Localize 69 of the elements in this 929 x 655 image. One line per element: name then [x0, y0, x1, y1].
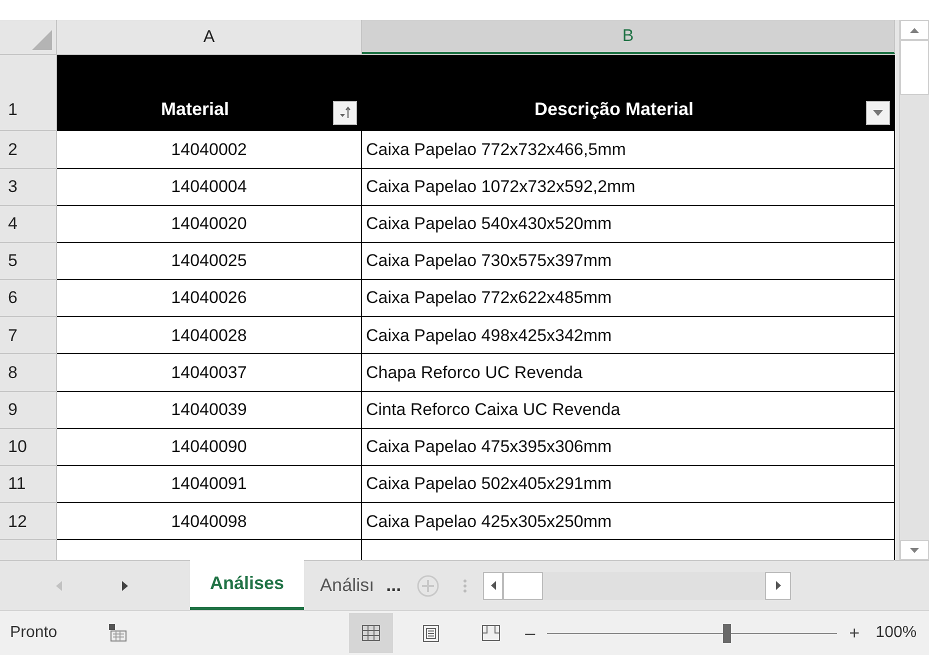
- column-heading: Material: [160, 98, 230, 122]
- table-cell: 14040020: [57, 206, 362, 243]
- table-cell: 14040039: [57, 392, 362, 429]
- row-number[interactable]: 12: [0, 503, 57, 540]
- filter-button[interactable]: [333, 101, 357, 126]
- more-sheets-button[interactable]: ...: [378, 561, 410, 610]
- row-number[interactable]: 5: [0, 242, 57, 280]
- row-number[interactable]: 10: [0, 428, 57, 466]
- filter-button[interactable]: [866, 101, 890, 126]
- table-cell: 14040004: [57, 168, 362, 206]
- down-arrow-icon: [910, 548, 919, 552]
- table-cell: 14040098: [57, 503, 362, 540]
- sort-filter-icon: [338, 106, 352, 120]
- table-cell: Cinta Reforco Caixa UC Revenda: [362, 392, 895, 429]
- grid-view-icon: [362, 625, 380, 641]
- page-break-icon: [482, 625, 500, 641]
- table-cell: 14040028: [57, 317, 362, 354]
- zoom-slider[interactable]: [547, 624, 838, 642]
- scroll-thumb[interactable]: [503, 572, 544, 600]
- row-number[interactable]: 1: [0, 54, 57, 132]
- view-button[interactable]: [349, 613, 394, 653]
- table-cell: 14040037: [57, 354, 362, 392]
- table-cell: Caixa Papelao 540x430x520mm: [362, 206, 895, 243]
- zoom-out-button[interactable]: –: [521, 620, 540, 646]
- splitter-handle-icon[interactable]: [463, 578, 468, 594]
- row-number[interactable]: 7: [0, 317, 57, 354]
- column-heading: Descrição Material: [533, 98, 695, 122]
- scroll-down-button[interactable]: [900, 540, 929, 560]
- row-number[interactable]: 9: [0, 392, 57, 429]
- table-cell: 14040002: [57, 131, 362, 169]
- row-number[interactable]: 3: [0, 168, 57, 206]
- table-cell: Caixa Papelao 1072x732x592,2mm: [362, 168, 895, 206]
- up-arrow-icon: [910, 28, 919, 32]
- table-cell: Caixa Papelao 425x305x250mm: [362, 503, 895, 540]
- row-number[interactable]: 6: [0, 280, 57, 318]
- table-cell: 14040091: [57, 466, 362, 504]
- horizontal-scrollbar[interactable]: [483, 572, 792, 600]
- zoom-in-button[interactable]: +: [845, 620, 864, 646]
- right-arrow-icon: [776, 581, 781, 590]
- sheet-tab[interactable]: Análises: [190, 560, 304, 610]
- status-text: Pronto: [10, 623, 58, 643]
- dropdown-arrow-icon: [873, 110, 883, 116]
- row-number[interactable]: 8: [0, 354, 57, 392]
- table-cell: Caixa Papelao 772x622x485mm: [362, 280, 895, 318]
- table-cell: Caixa Papelao 498x425x342mm: [362, 317, 895, 354]
- left-arrow-icon: [490, 581, 496, 590]
- zoom-level[interactable]: 100%: [876, 621, 917, 645]
- next-sheet-icon[interactable]: [122, 580, 128, 590]
- column-header[interactable]: B: [362, 20, 895, 54]
- table-cell: 14040025: [57, 242, 362, 280]
- sheet-tab[interactable]: Análisı: [304, 561, 378, 610]
- row-number[interactable]: 4: [0, 206, 57, 243]
- row-number[interactable]: 2: [0, 131, 57, 169]
- scroll-thumb[interactable]: [900, 40, 929, 95]
- table-cell: Caixa Papelao 502x405x291mm: [362, 466, 895, 504]
- table-cell: Chapa Reforco UC Revenda: [362, 354, 895, 392]
- table-cell: Caixa Papelao 772x732x466,5mm: [362, 131, 895, 169]
- table-cell: 14040090: [57, 428, 362, 466]
- row-number[interactable]: 11: [0, 466, 57, 504]
- vertical-scrollbar[interactable]: [899, 20, 929, 560]
- table-cell: 14040026: [57, 280, 362, 318]
- scroll-right-button[interactable]: [765, 572, 792, 600]
- page-layout-icon: [423, 624, 440, 642]
- scroll-up-button[interactable]: [900, 20, 929, 40]
- table-cell: Caixa Papelao 730x575x397mm: [362, 242, 895, 280]
- scroll-left-button[interactable]: [483, 572, 504, 600]
- table-cell: Caixa Papelao 475x395x306mm: [362, 428, 895, 466]
- slider-thumb[interactable]: [722, 624, 731, 642]
- macro-recorder-icon[interactable]: [109, 624, 128, 642]
